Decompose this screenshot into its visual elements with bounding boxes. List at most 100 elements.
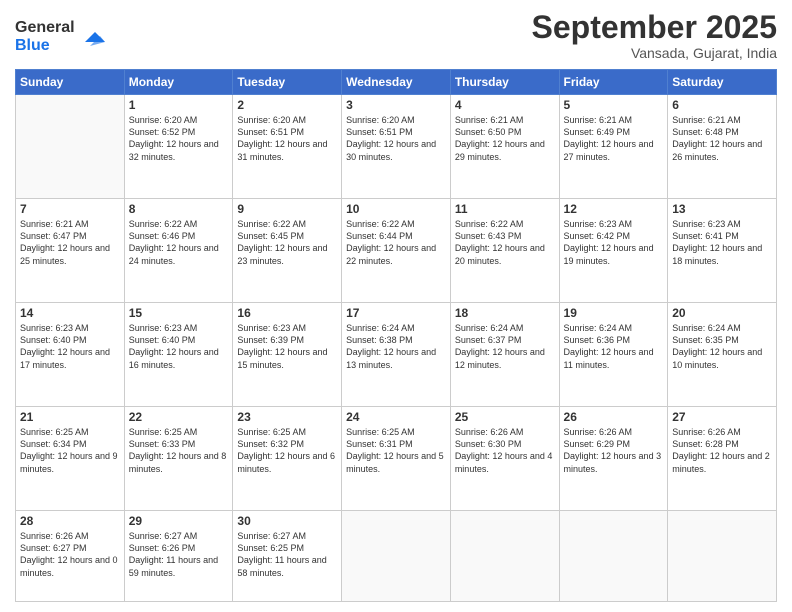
- cell-info: Sunrise: 6:24 AMSunset: 6:38 PMDaylight:…: [346, 322, 446, 371]
- day-number: 7: [20, 202, 120, 216]
- day-number: 21: [20, 410, 120, 424]
- day-number: 23: [237, 410, 337, 424]
- day-number: 11: [455, 202, 555, 216]
- cell-info: Sunrise: 6:23 AMSunset: 6:39 PMDaylight:…: [237, 322, 337, 371]
- day-number: 1: [129, 98, 229, 112]
- calendar-cell: 22 Sunrise: 6:25 AMSunset: 6:33 PMDayligh…: [124, 407, 233, 511]
- calendar-cell: 3 Sunrise: 6:20 AMSunset: 6:51 PMDaylight…: [342, 95, 451, 199]
- cell-info: Sunrise: 6:20 AMSunset: 6:51 PMDaylight:…: [346, 114, 446, 163]
- cell-info: Sunrise: 6:26 AMSunset: 6:29 PMDaylight:…: [564, 426, 664, 475]
- calendar-cell: [16, 95, 125, 199]
- cell-info: Sunrise: 6:21 AMSunset: 6:48 PMDaylight:…: [672, 114, 772, 163]
- month-title: September 2025: [532, 10, 777, 45]
- day-number: 15: [129, 306, 229, 320]
- day-number: 8: [129, 202, 229, 216]
- logo-text: General Blue: [15, 14, 115, 61]
- cell-info: Sunrise: 6:25 AMSunset: 6:32 PMDaylight:…: [237, 426, 337, 475]
- day-number: 28: [20, 514, 120, 528]
- calendar-cell: 18 Sunrise: 6:24 AMSunset: 6:37 PMDayligh…: [450, 303, 559, 407]
- calendar-cell: 29 Sunrise: 6:27 AMSunset: 6:26 PMDayligh…: [124, 511, 233, 602]
- calendar-cell: 11 Sunrise: 6:22 AMSunset: 6:43 PMDayligh…: [450, 199, 559, 303]
- location-subtitle: Vansada, Gujarat, India: [532, 45, 777, 61]
- day-number: 2: [237, 98, 337, 112]
- logo-icon: General Blue: [15, 14, 115, 56]
- col-header-monday: Monday: [124, 70, 233, 95]
- cell-info: Sunrise: 6:24 AMSunset: 6:35 PMDaylight:…: [672, 322, 772, 371]
- calendar-cell: 6Sunrise: 6:21 AMSunset: 6:48 PMDaylight…: [668, 95, 777, 199]
- svg-text:General: General: [15, 19, 75, 36]
- cell-info: Sunrise: 6:23 AMSunset: 6:42 PMDaylight:…: [564, 218, 664, 267]
- calendar-cell: 8 Sunrise: 6:22 AMSunset: 6:46 PMDaylight…: [124, 199, 233, 303]
- calendar-cell: 5 Sunrise: 6:21 AMSunset: 6:49 PMDaylight…: [559, 95, 668, 199]
- day-number: 16: [237, 306, 337, 320]
- calendar-cell: 4Sunrise: 6:21 AMSunset: 6:50 PMDaylight…: [450, 95, 559, 199]
- cell-info: Sunrise: 6:20 AMSunset: 6:52 PMDaylight:…: [129, 114, 229, 163]
- calendar-cell: 1 Sunrise: 6:20 AMSunset: 6:52 PMDaylight…: [124, 95, 233, 199]
- day-number: 13: [672, 202, 772, 216]
- calendar-cell: [668, 511, 777, 602]
- cell-info: Sunrise: 6:22 AMSunset: 6:46 PMDaylight:…: [129, 218, 229, 267]
- cell-info: Sunrise: 6:24 AMSunset: 6:37 PMDaylight:…: [455, 322, 555, 371]
- day-number: 12: [564, 202, 664, 216]
- col-header-thursday: Thursday: [450, 70, 559, 95]
- cell-info: Sunrise: 6:22 AMSunset: 6:43 PMDaylight:…: [455, 218, 555, 267]
- cell-info: Sunrise: 6:27 AMSunset: 6:26 PMDaylight:…: [129, 530, 229, 579]
- day-number: 22: [129, 410, 229, 424]
- calendar-cell: 16 Sunrise: 6:23 AMSunset: 6:39 PMDayligh…: [233, 303, 342, 407]
- day-number: 29: [129, 514, 229, 528]
- day-number: 30: [237, 514, 337, 528]
- calendar-table: SundayMondayTuesdayWednesdayThursdayFrid…: [15, 69, 777, 602]
- calendar-cell: 2 Sunrise: 6:20 AMSunset: 6:51 PMDaylight…: [233, 95, 342, 199]
- cell-info: Sunrise: 6:26 AMSunset: 6:30 PMDaylight:…: [455, 426, 555, 475]
- calendar-cell: 7 Sunrise: 6:21 AMSunset: 6:47 PMDaylight…: [16, 199, 125, 303]
- calendar-cell: 27Sunrise: 6:26 AMSunset: 6:28 PMDayligh…: [668, 407, 777, 511]
- calendar-cell: 23 Sunrise: 6:25 AMSunset: 6:32 PMDayligh…: [233, 407, 342, 511]
- day-number: 10: [346, 202, 446, 216]
- cell-info: Sunrise: 6:24 AMSunset: 6:36 PMDaylight:…: [564, 322, 664, 371]
- calendar-cell: 12 Sunrise: 6:23 AMSunset: 6:42 PMDayligh…: [559, 199, 668, 303]
- logo: General Blue: [15, 14, 115, 61]
- day-number: 9: [237, 202, 337, 216]
- svg-text:Blue: Blue: [15, 37, 50, 54]
- cell-info: Sunrise: 6:20 AMSunset: 6:51 PMDaylight:…: [237, 114, 337, 163]
- day-number: 17: [346, 306, 446, 320]
- calendar-cell: [450, 511, 559, 602]
- day-number: 27: [672, 410, 772, 424]
- calendar-cell: 25 Sunrise: 6:26 AMSunset: 6:30 PMDayligh…: [450, 407, 559, 511]
- calendar-cell: 19 Sunrise: 6:24 AMSunset: 6:36 PMDayligh…: [559, 303, 668, 407]
- day-number: 14: [20, 306, 120, 320]
- cell-info: Sunrise: 6:23 AMSunset: 6:40 PMDaylight:…: [129, 322, 229, 371]
- col-header-sunday: Sunday: [16, 70, 125, 95]
- calendar-cell: 13Sunrise: 6:23 AMSunset: 6:41 PMDayligh…: [668, 199, 777, 303]
- cell-info: Sunrise: 6:21 AMSunset: 6:47 PMDaylight:…: [20, 218, 120, 267]
- calendar-cell: [342, 511, 451, 602]
- cell-info: Sunrise: 6:21 AMSunset: 6:49 PMDaylight:…: [564, 114, 664, 163]
- col-header-saturday: Saturday: [668, 70, 777, 95]
- col-header-wednesday: Wednesday: [342, 70, 451, 95]
- title-area: September 2025 Vansada, Gujarat, India: [532, 10, 777, 61]
- calendar-cell: 15 Sunrise: 6:23 AMSunset: 6:40 PMDayligh…: [124, 303, 233, 407]
- calendar-cell: 17 Sunrise: 6:24 AMSunset: 6:38 PMDayligh…: [342, 303, 451, 407]
- day-number: 25: [455, 410, 555, 424]
- day-number: 5: [564, 98, 664, 112]
- calendar-cell: 30 Sunrise: 6:27 AMSunset: 6:25 PMDayligh…: [233, 511, 342, 602]
- calendar-cell: 9 Sunrise: 6:22 AMSunset: 6:45 PMDaylight…: [233, 199, 342, 303]
- cell-info: Sunrise: 6:25 AMSunset: 6:31 PMDaylight:…: [346, 426, 446, 475]
- cell-info: Sunrise: 6:27 AMSunset: 6:25 PMDaylight:…: [237, 530, 337, 579]
- cell-info: Sunrise: 6:26 AMSunset: 6:27 PMDaylight:…: [20, 530, 120, 579]
- day-number: 4: [455, 98, 555, 112]
- cell-info: Sunrise: 6:23 AMSunset: 6:40 PMDaylight:…: [20, 322, 120, 371]
- calendar-cell: 20 Sunrise: 6:24 AMSunset: 6:35 PMDayligh…: [668, 303, 777, 407]
- cell-info: Sunrise: 6:25 AMSunset: 6:33 PMDaylight:…: [129, 426, 229, 475]
- cell-info: Sunrise: 6:22 AMSunset: 6:45 PMDaylight:…: [237, 218, 337, 267]
- col-header-tuesday: Tuesday: [233, 70, 342, 95]
- page: General Blue September 2025 Vansada, Guj…: [0, 0, 792, 612]
- day-number: 20: [672, 306, 772, 320]
- day-number: 3: [346, 98, 446, 112]
- day-number: 19: [564, 306, 664, 320]
- day-number: 18: [455, 306, 555, 320]
- calendar-cell: 14 Sunrise: 6:23 AMSunset: 6:40 PMDayligh…: [16, 303, 125, 407]
- calendar-cell: 26 Sunrise: 6:26 AMSunset: 6:29 PMDayligh…: [559, 407, 668, 511]
- day-number: 24: [346, 410, 446, 424]
- day-number: 26: [564, 410, 664, 424]
